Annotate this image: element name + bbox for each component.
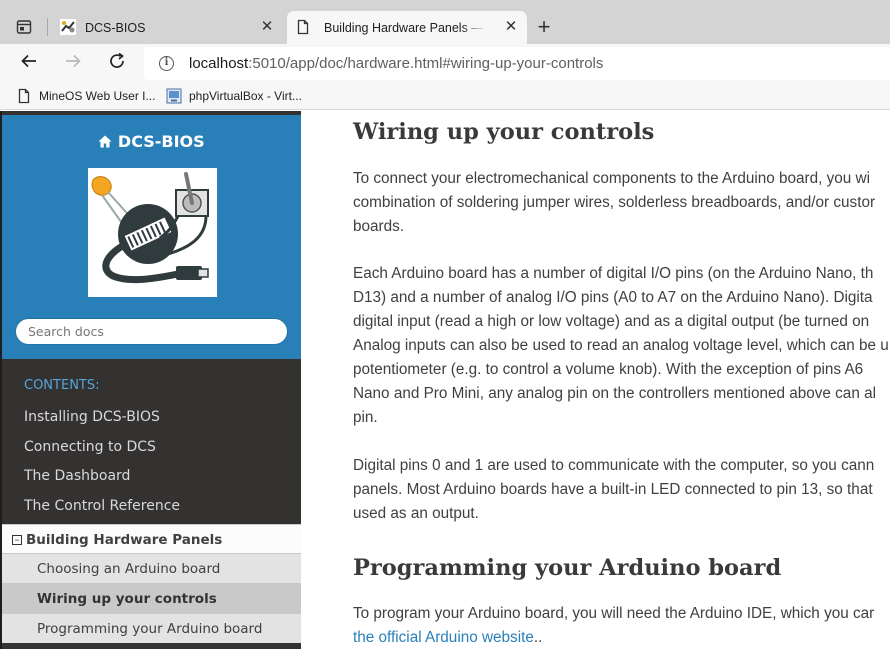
address-toolbar: i localhost:5010/app/doc/hardware.html#w… xyxy=(0,44,890,82)
docs-sidebar: DCS-BIOS Search docs CONTENTS: Installin… xyxy=(0,111,301,649)
contents-caption: CONTENTS: xyxy=(24,378,100,393)
heading-wiring: Wiring up your controls xyxy=(353,119,655,145)
tab-dcs-bios[interactable]: DCS-BIOS ✕ xyxy=(52,11,286,44)
url-text[interactable]: localhost:5010/app/doc/hardware.html#wir… xyxy=(189,55,603,72)
tab-building-hardware-panels[interactable]: Building Hardware Panels — DCS-BIOS ✕ xyxy=(287,11,527,44)
sidebar-header: DCS-BIOS Search docs xyxy=(2,115,301,359)
tab-close-icon[interactable]: ✕ xyxy=(502,18,520,36)
bookmark-mineos[interactable]: MineOS Web User I... xyxy=(16,87,155,105)
home-icon xyxy=(98,132,118,151)
paragraph-pins: Each Arduino board has a number of digit… xyxy=(353,265,889,426)
arduino-website-link[interactable]: the official Arduino website xyxy=(353,629,534,646)
toc-item-control-reference[interactable]: The Control Reference xyxy=(24,498,180,514)
toc-subitem-label: Wiring up your controls xyxy=(37,591,217,607)
collapse-toggle-icon[interactable]: − xyxy=(12,535,22,545)
tab-strip: DCS-BIOS ✕ Building Hardware Panels — DC… xyxy=(0,0,890,44)
paragraph-digital-pins: Digital pins 0 and 1 are used to communi… xyxy=(353,457,875,522)
bookmark-phpvirtualbox[interactable]: phpVirtualBox - Virt... xyxy=(166,87,302,105)
tab-title: DCS-BIOS xyxy=(85,21,146,35)
paragraph-intro: To connect your electromechanical compon… xyxy=(353,170,876,235)
paragraph-programming: To program your Arduino board, you will … xyxy=(353,605,875,646)
toc-subitem-choosing-board[interactable]: Choosing an Arduino board xyxy=(2,553,301,583)
reload-icon[interactable] xyxy=(105,51,129,75)
virtualbox-icon xyxy=(166,88,182,104)
search-input[interactable]: Search docs xyxy=(15,318,288,345)
toc-current-label: Building Hardware Panels xyxy=(26,532,223,548)
back-arrow-icon[interactable] xyxy=(17,51,41,75)
toc-subitem-wiring[interactable]: Wiring up your controls xyxy=(2,583,301,613)
dcs-bios-logo xyxy=(88,168,217,297)
home-link[interactable]: DCS-BIOS xyxy=(2,132,301,151)
toc-item-dashboard[interactable]: The Dashboard xyxy=(24,468,130,484)
site-info-icon[interactable]: i xyxy=(159,56,174,71)
toc-subitem-programming[interactable]: Programming your Arduino board xyxy=(2,613,301,643)
address-bar[interactable]: i localhost:5010/app/doc/hardware.html#w… xyxy=(144,47,890,80)
forward-arrow-icon[interactable] xyxy=(61,51,85,75)
tab-title: Building Hardware Panels — DCS-BIOS xyxy=(324,21,486,35)
bookmarks-bar: MineOS Web User I... phpVirtualBox - Vir… xyxy=(0,82,890,110)
heading-programming: Programming your Arduino board xyxy=(353,555,782,581)
toc-subitem-label: Programming your Arduino board xyxy=(37,621,263,637)
document-icon xyxy=(16,88,32,104)
tab-close-icon[interactable]: ✕ xyxy=(258,18,276,36)
dcs-bios-favicon-icon xyxy=(60,19,76,35)
toc-item-installing[interactable]: Installing DCS-BIOS xyxy=(24,409,160,425)
toc-item-connecting[interactable]: Connecting to DCS xyxy=(24,439,156,455)
tab-actions-icon[interactable] xyxy=(11,14,37,40)
page-viewport: DCS-BIOS Search docs CONTENTS: Installin… xyxy=(0,111,890,649)
bookmark-label: phpVirtualBox - Virt... xyxy=(189,89,302,103)
document-favicon-icon xyxy=(295,19,311,35)
bookmark-label: MineOS Web User I... xyxy=(39,89,156,103)
new-tab-button[interactable]: + xyxy=(533,16,555,39)
toc-subitem-label: Choosing an Arduino board xyxy=(37,561,221,577)
logo-text: DCS-BIOS xyxy=(117,132,205,151)
tab-separator xyxy=(47,18,48,36)
toc-item-building-hardware-panels[interactable]: − Building Hardware Panels xyxy=(2,524,301,554)
